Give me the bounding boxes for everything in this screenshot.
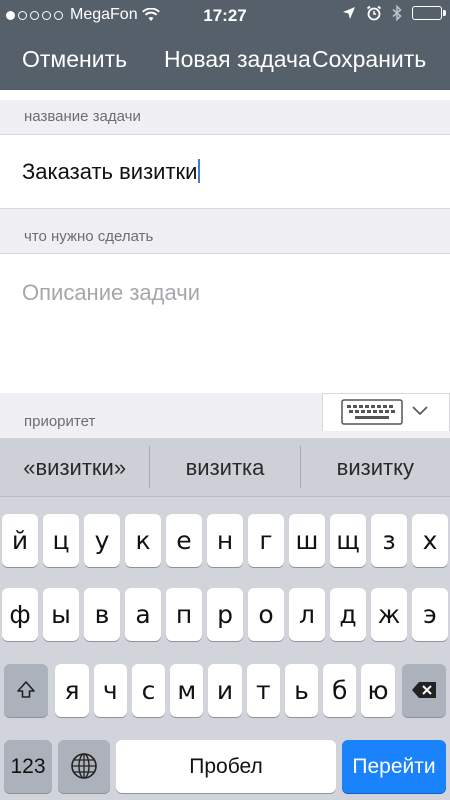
key[interactable]: ж <box>371 588 407 641</box>
suggestion-bar: «визитки» визитка визитку <box>0 438 450 497</box>
key[interactable]: т <box>246 664 280 717</box>
key[interactable]: о <box>248 588 284 641</box>
key[interactable]: п <box>166 588 202 641</box>
key[interactable]: с <box>131 664 166 717</box>
shift-key[interactable] <box>4 664 49 717</box>
key[interactable]: ф <box>2 588 38 641</box>
task-name-value[interactable]: Заказать визитки <box>22 159 201 185</box>
cancel-button[interactable]: Отменить <box>22 46 127 73</box>
key[interactable]: ч <box>93 664 127 717</box>
key-row-1: й ц у к е н г ш щ з х <box>0 514 450 567</box>
status-right <box>342 5 446 21</box>
key[interactable]: г <box>248 514 284 567</box>
task-name-text: Заказать визитки <box>22 159 198 184</box>
key[interactable]: р <box>207 588 243 641</box>
keyboard: «визитки» визитка визитку й ц у к е н г … <box>0 438 450 800</box>
backspace-key[interactable] <box>401 664 446 717</box>
status-bar: MegaFon 17:27 <box>0 0 450 32</box>
key[interactable]: х <box>412 514 448 567</box>
key[interactable]: я <box>55 664 89 717</box>
save-button[interactable]: Сохранить <box>312 46 426 73</box>
page-title: Новая задача <box>164 46 311 72</box>
key[interactable]: ь <box>284 664 319 717</box>
key[interactable]: у <box>84 514 120 567</box>
key[interactable]: щ <box>330 514 366 567</box>
backspace-icon <box>411 682 436 698</box>
key[interactable]: в <box>84 588 120 641</box>
priority-label: приоритет <box>24 413 96 430</box>
task-description-label: что нужно сделать <box>0 209 450 253</box>
bluetooth-icon <box>392 5 402 21</box>
task-description-placeholder: Описание задачи <box>22 280 200 305</box>
key[interactable]: а <box>125 588 161 641</box>
key[interactable]: и <box>208 664 242 717</box>
alarm-icon <box>366 5 382 21</box>
nav-bar: Отменить Новая задача Сохранить <box>0 32 450 90</box>
location-arrow-icon <box>343 7 355 19</box>
key[interactable]: ш <box>289 514 325 567</box>
suggestion-item[interactable]: визитку <box>301 438 450 496</box>
task-name-field[interactable]: Заказать визитки <box>0 134 450 209</box>
shift-icon <box>17 681 36 698</box>
battery-icon <box>412 6 446 20</box>
key[interactable]: ы <box>43 588 79 641</box>
suggestion-item[interactable]: визитка <box>150 438 299 496</box>
globe-key[interactable] <box>58 740 110 793</box>
key[interactable]: з <box>371 514 407 567</box>
key[interactable]: б <box>323 664 357 717</box>
key[interactable]: е <box>166 514 202 567</box>
keyboard-icon <box>341 399 403 425</box>
key[interactable]: ц <box>43 514 79 567</box>
task-description-field[interactable]: Описание задачи <box>0 253 450 393</box>
key-row-4: 123 Пробел Перейти <box>0 740 450 793</box>
text-caret <box>198 159 201 183</box>
space-key[interactable]: Пробел <box>116 740 336 793</box>
key-row-3: я ч с м и т ь б ю <box>0 664 450 717</box>
keyboard-dismiss-button[interactable] <box>322 393 450 431</box>
globe-icon <box>71 753 97 779</box>
key[interactable]: ю <box>361 664 395 717</box>
go-button[interactable]: Перейти <box>342 740 446 793</box>
key[interactable]: н <box>207 514 243 567</box>
key[interactable]: л <box>289 588 325 641</box>
key[interactable]: й <box>2 514 38 567</box>
key[interactable]: к <box>125 514 161 567</box>
task-name-label: название задачи <box>0 100 450 134</box>
numbers-key[interactable]: 123 <box>4 740 52 793</box>
key[interactable]: м <box>170 664 204 717</box>
key-row-2: ф ы в а п р о л д ж э <box>0 588 450 641</box>
key[interactable]: э <box>412 588 448 641</box>
suggestion-item[interactable]: «визитки» <box>0 438 149 496</box>
key[interactable]: д <box>330 588 366 641</box>
header: MegaFon 17:27 Отменить Новая задача Сохр… <box>0 0 450 90</box>
chevron-down-icon <box>412 406 428 416</box>
